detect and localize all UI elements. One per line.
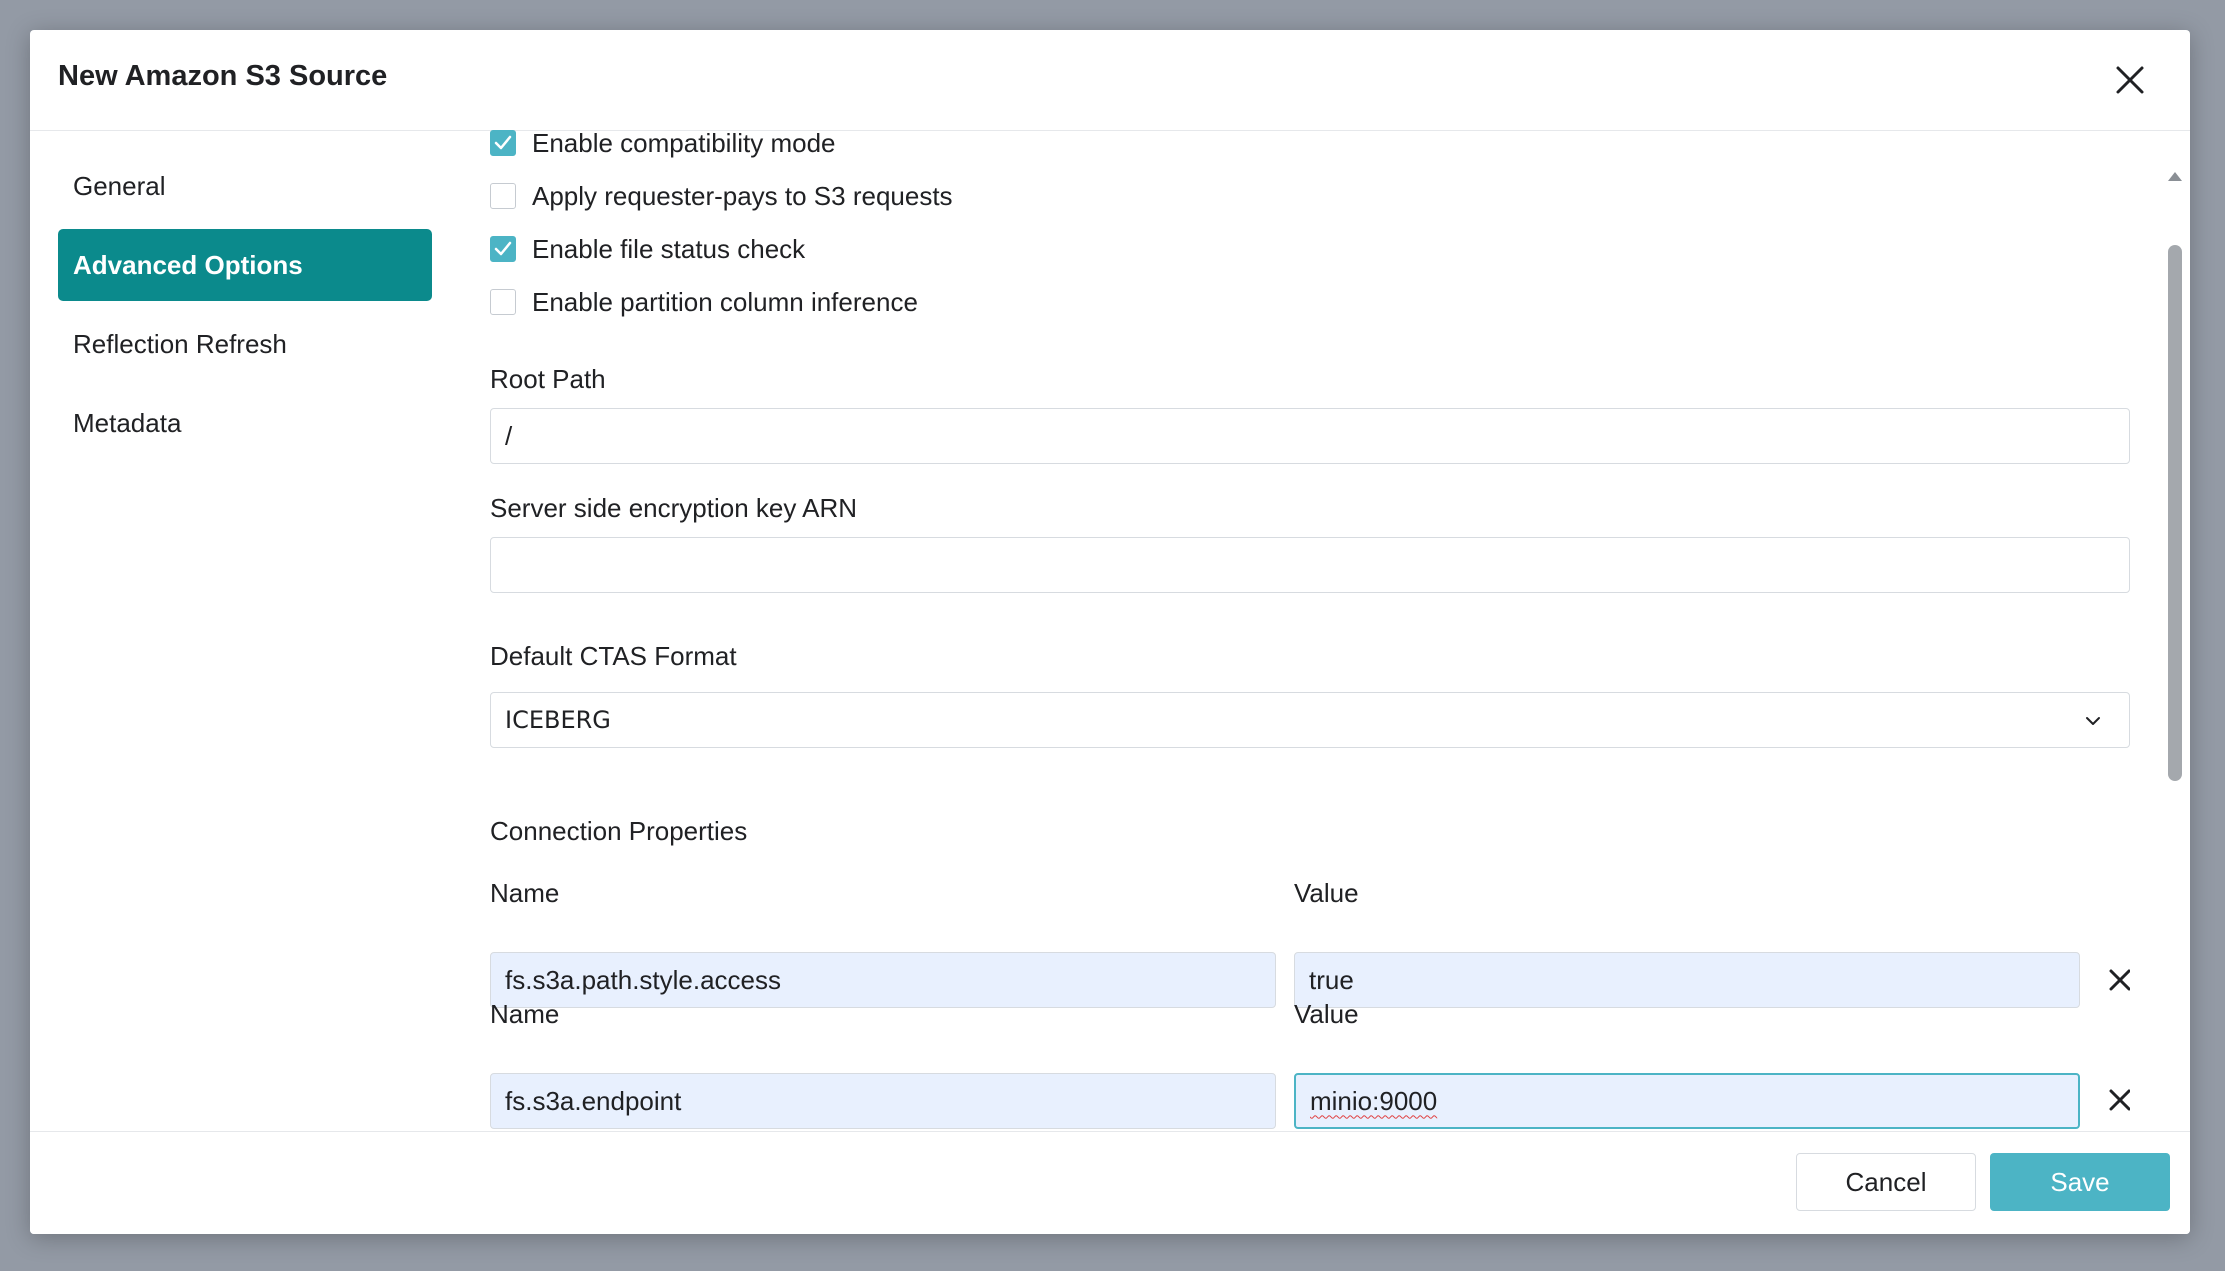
requester-pays-label: Apply requester-pays to S3 requests: [532, 180, 953, 211]
content-scrollbar[interactable]: [2160, 130, 2190, 1162]
property-value-input[interactable]: minio:9000: [1294, 1073, 2080, 1129]
ctas-format-select[interactable]: ICEBERG: [490, 692, 2130, 748]
remove-x-icon: [2109, 969, 2130, 991]
property-value-label: Value: [1294, 999, 1359, 1029]
new-source-modal: New Amazon S3 Source General Advanced Op…: [30, 30, 2190, 1234]
chevron-down-icon: [2086, 717, 2100, 725]
close-icon: [2116, 66, 2144, 94]
root-path-label: Root Path: [490, 364, 606, 394]
root-path-input[interactable]: [490, 408, 2130, 464]
connection-properties-heading: Connection Properties: [490, 816, 748, 846]
sidebar-item-general[interactable]: General: [58, 150, 432, 222]
compatibility-mode-option[interactable]: Enable compatibility mode: [490, 130, 836, 163]
compatibility-mode-checkbox[interactable]: [490, 130, 516, 156]
ctas-format-value: ICEBERG: [505, 706, 611, 734]
scroll-up-icon[interactable]: [2168, 172, 2182, 181]
sidebar-item-metadata[interactable]: Metadata: [58, 387, 432, 459]
cancel-button[interactable]: Cancel: [1796, 1153, 1976, 1211]
remove-x-icon: [2109, 1089, 2130, 1111]
sidebar-item-advanced-options[interactable]: Advanced Options: [58, 229, 432, 301]
modal-title: New Amazon S3 Source: [58, 60, 388, 92]
encryption-key-label: Server side encryption key ARN: [490, 493, 858, 523]
remove-property-button[interactable]: [2102, 962, 2130, 998]
check-icon: [494, 241, 512, 256]
property-value-label: Value: [1294, 878, 1359, 908]
file-status-check-label: Enable file status check: [532, 233, 806, 264]
property-name-input[interactable]: [490, 952, 1276, 1008]
close-button[interactable]: [2110, 60, 2150, 100]
advanced-options-panel: Enable compatibility mode Apply requeste…: [490, 130, 2130, 1162]
settings-sidebar: General Advanced Options Reflection Refr…: [58, 150, 432, 466]
partition-inference-checkbox[interactable]: [490, 289, 516, 315]
property-name-input[interactable]: [490, 1073, 1276, 1129]
file-status-check-checkbox[interactable]: [490, 236, 516, 262]
requester-pays-option[interactable]: Apply requester-pays to S3 requests: [490, 176, 953, 216]
property-name-label: Name: [490, 999, 560, 1029]
ctas-format-label: Default CTAS Format: [490, 641, 737, 671]
save-button[interactable]: Save: [1990, 1153, 2170, 1211]
file-status-check-option[interactable]: Enable file status check: [490, 229, 805, 269]
remove-property-button[interactable]: [2102, 1082, 2130, 1118]
encryption-key-input[interactable]: [490, 537, 2130, 593]
property-name-label: Name: [490, 878, 560, 908]
partition-inference-option[interactable]: Enable partition column inference: [490, 282, 918, 322]
check-icon: [494, 135, 512, 150]
property-value-input[interactable]: [1294, 952, 2080, 1008]
requester-pays-checkbox[interactable]: [490, 183, 516, 209]
modal-footer: Cancel Save: [30, 1131, 2190, 1234]
scroll-thumb[interactable]: [2168, 245, 2182, 781]
property-value-text: minio:9000: [1310, 1085, 1438, 1116]
sidebar-item-reflection-refresh[interactable]: Reflection Refresh: [58, 308, 432, 380]
modal-header: New Amazon S3 Source: [30, 30, 2190, 131]
compatibility-mode-label: Enable compatibility mode: [532, 130, 836, 158]
partition-inference-label: Enable partition column inference: [532, 286, 918, 317]
